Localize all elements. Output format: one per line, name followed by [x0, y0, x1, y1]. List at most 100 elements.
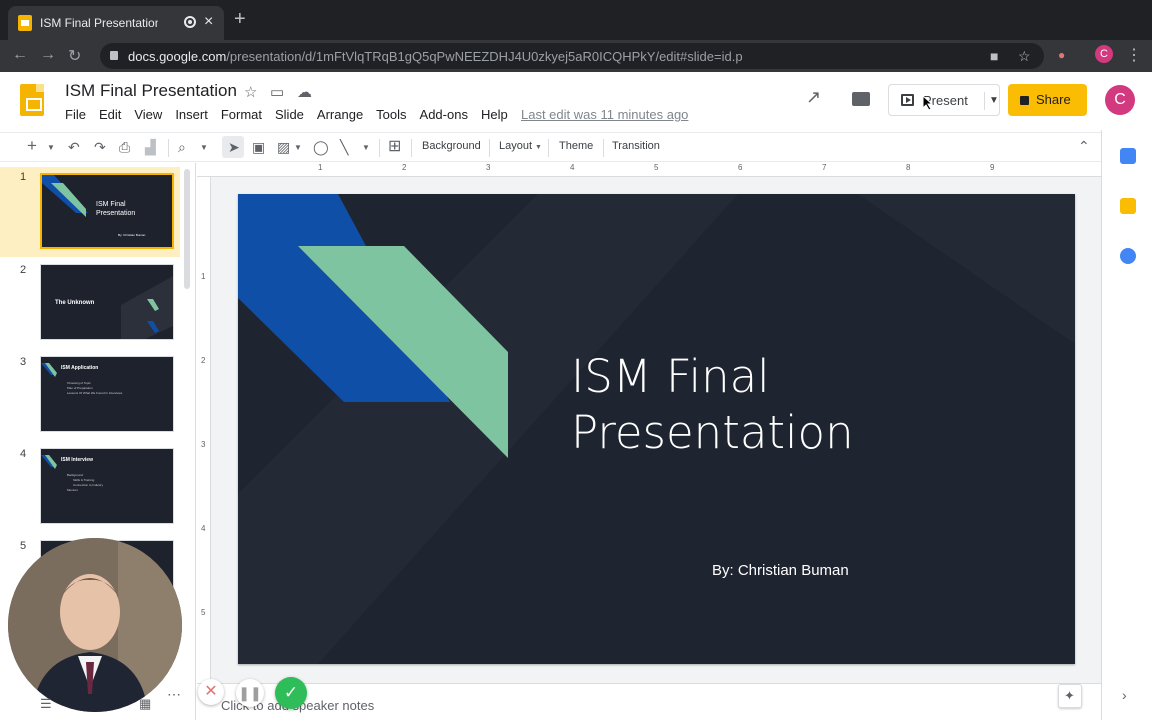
- text-box-icon[interactable]: ▣: [252, 139, 265, 156]
- calendar-icon[interactable]: [1120, 148, 1136, 164]
- menu-slide[interactable]: Slide: [275, 107, 304, 122]
- expand-side-panel-icon[interactable]: ›: [1122, 687, 1127, 703]
- slide-title[interactable]: ISM Final Presentation: [571, 349, 854, 461]
- undo-icon[interactable]: ↶: [68, 139, 80, 156]
- activity-trend-icon[interactable]: ↗: [806, 87, 821, 108]
- slide-thumbnail-1[interactable]: ISM Final Presentation By: Christian Bum…: [40, 173, 174, 249]
- browser-tab[interactable]: ISM Final Presentation - Google Slides ×: [8, 6, 224, 40]
- insert-comment-icon[interactable]: ⊞: [388, 136, 401, 156]
- horizontal-ruler: 1 2 3 4 5 6 7 8 9: [197, 163, 1101, 177]
- ruler-mark: 1: [201, 272, 206, 281]
- more-options-icon[interactable]: ⋯: [167, 686, 181, 703]
- layout-dropdown-icon[interactable]: ▼: [535, 144, 542, 151]
- close-tab-icon[interactable]: ×: [204, 13, 213, 31]
- webcam-overlay: [8, 538, 182, 712]
- account-avatar[interactable]: C: [1105, 85, 1135, 115]
- back-button[interactable]: ←: [12, 46, 28, 64]
- lock-icon: [1020, 96, 1029, 105]
- speaker-notes[interactable]: Click to add speaker notes: [197, 683, 1101, 720]
- menu-insert[interactable]: Insert: [175, 107, 208, 122]
- new-tab-button[interactable]: +: [234, 9, 246, 29]
- slide-number: 2: [20, 264, 27, 276]
- pause-recording-button[interactable]: ❚❚: [236, 679, 264, 707]
- ruler-mark: 3: [201, 440, 206, 449]
- ruler-mark: 7: [822, 163, 827, 172]
- present-icon: [901, 94, 914, 106]
- move-folder-icon[interactable]: ▭: [270, 83, 284, 101]
- extension-icon[interactable]: ●: [1058, 48, 1065, 62]
- theme-button[interactable]: Theme: [559, 140, 593, 152]
- menu-tools[interactable]: Tools: [376, 107, 406, 122]
- url-text: docs.google.com/presentation/d/1mFtVlqTR…: [128, 49, 743, 64]
- thumbnail-bullet: Mentors: [67, 488, 78, 492]
- browser-profile-avatar[interactable]: C: [1095, 45, 1113, 63]
- last-edit-link[interactable]: Last edit was 11 minutes ago: [521, 107, 688, 122]
- shape-icon[interactable]: ◯: [313, 139, 329, 156]
- present-dropdown-icon[interactable]: ▼: [984, 92, 999, 110]
- slide-subtitle[interactable]: By: Christian Buman: [712, 562, 849, 579]
- explore-button[interactable]: [1058, 684, 1082, 708]
- document-title[interactable]: ISM Final Presentation: [65, 81, 237, 101]
- grid-view-icon[interactable]: ▦: [139, 696, 151, 712]
- menu-file[interactable]: File: [65, 107, 86, 122]
- address-bar[interactable]: docs.google.com/presentation/d/1mFtVlqTR…: [100, 43, 1044, 69]
- keep-icon[interactable]: [1120, 198, 1136, 214]
- menu-view[interactable]: View: [134, 107, 162, 122]
- finish-recording-button[interactable]: ✓: [275, 677, 307, 709]
- toolbar-divider: [489, 139, 490, 157]
- comments-icon[interactable]: [852, 92, 870, 106]
- layout-button[interactable]: Layout: [499, 140, 532, 152]
- menu-edit[interactable]: Edit: [99, 107, 121, 122]
- image-dropdown-icon[interactable]: ▼: [294, 143, 302, 152]
- ruler-mark: 4: [570, 163, 575, 172]
- filmstrip-scrollbar[interactable]: [184, 169, 190, 289]
- collapse-toolbar-icon[interactable]: ⌃: [1078, 138, 1090, 155]
- forward-button[interactable]: →: [40, 46, 56, 64]
- ruler-mark: 6: [738, 163, 743, 172]
- menu-arrange[interactable]: Arrange: [317, 107, 363, 122]
- camera-icon[interactable]: ■: [990, 48, 998, 64]
- slide-canvas-area: 1 2 3 4 5 6 7 8 9 1 2 3 4 5 ISM Final Pr…: [197, 163, 1101, 683]
- paint-format-icon[interactable]: ▟: [145, 139, 156, 156]
- slide-thumbnail-4[interactable]: ISM Interview Background Skills & Traini…: [40, 448, 174, 524]
- share-label: Share: [1036, 92, 1071, 107]
- line-dropdown-icon[interactable]: ▼: [362, 143, 370, 152]
- reload-button[interactable]: ↻: [68, 46, 81, 66]
- new-slide-dropdown-icon[interactable]: ▼: [47, 143, 55, 152]
- line-icon[interactable]: ╲: [340, 139, 348, 156]
- slides-logo-icon[interactable]: [20, 84, 44, 116]
- toolbar-divider: [379, 139, 380, 157]
- print-icon[interactable]: ⎙: [119, 139, 130, 156]
- menu-addons[interactable]: Add-ons: [420, 107, 468, 122]
- menu-format[interactable]: Format: [221, 107, 262, 122]
- zoom-dropdown-icon[interactable]: ▼: [200, 143, 208, 152]
- transition-button[interactable]: Transition: [612, 140, 660, 152]
- thumbnail-title: The Unknown: [55, 300, 95, 306]
- ruler-mark: 4: [201, 524, 206, 533]
- slide-thumbnail-2[interactable]: The Unknown: [40, 264, 174, 340]
- browser-menu-icon[interactable]: ⋮: [1126, 45, 1142, 65]
- tasks-icon[interactable]: [1120, 248, 1136, 264]
- bookmark-star-icon[interactable]: ☆: [1018, 48, 1031, 65]
- new-slide-icon[interactable]: +: [27, 136, 37, 156]
- toolbar-divider: [168, 139, 169, 157]
- slides-favicon-icon: [18, 15, 32, 31]
- menu-help[interactable]: Help: [481, 107, 508, 122]
- current-slide[interactable]: ISM Final Presentation By: Christian Bum…: [238, 194, 1075, 664]
- image-icon[interactable]: ▨: [277, 139, 290, 156]
- redo-icon[interactable]: ↷: [94, 139, 106, 156]
- browser-tab-strip: ISM Final Presentation - Google Slides ×…: [0, 0, 1152, 40]
- background-button[interactable]: Background: [422, 140, 481, 152]
- filmstrip-view-icon[interactable]: ☰: [40, 696, 52, 712]
- url-host: docs.google.com: [128, 49, 227, 64]
- present-button[interactable]: Present ▼: [888, 84, 1000, 116]
- cancel-recording-button[interactable]: ✕: [198, 679, 224, 705]
- share-button[interactable]: Share: [1008, 84, 1087, 116]
- zoom-icon[interactable]: ⌕: [178, 139, 186, 156]
- star-icon[interactable]: ☆: [244, 83, 257, 101]
- tab-title: ISM Final Presentation - Google Slides: [40, 16, 158, 30]
- slide-thumbnail-3[interactable]: ISM Application Choosing of Topic Plan o…: [40, 356, 174, 432]
- slide-number: 4: [20, 448, 27, 460]
- toolbar-divider: [548, 139, 549, 157]
- select-cursor-icon[interactable]: ➤: [228, 139, 240, 156]
